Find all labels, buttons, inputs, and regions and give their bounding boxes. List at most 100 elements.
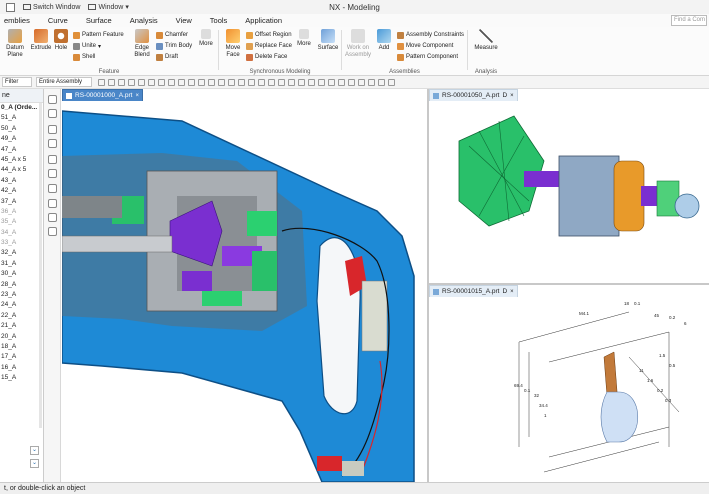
navigator-scrollbar[interactable] (39, 103, 42, 428)
snap-icon[interactable] (238, 78, 245, 86)
tab-armature-part[interactable]: RS-00001050_A.prt D × (429, 89, 518, 101)
tree-node[interactable]: 43_A (0, 176, 43, 186)
move-face-button[interactable]: Move Face (221, 29, 245, 59)
filter-icon[interactable] (108, 78, 115, 86)
assembly-constraints-button[interactable]: Assembly Constraints (397, 30, 464, 40)
chevron-down-icon[interactable]: ⌄ (30, 459, 39, 468)
select-icon[interactable] (98, 78, 105, 86)
roles-icon[interactable] (48, 213, 57, 222)
web-browser-icon[interactable] (48, 199, 57, 208)
snap-icon[interactable] (228, 78, 235, 86)
add-component-button[interactable]: Add (374, 29, 394, 52)
tree-node[interactable]: 22_A (0, 311, 43, 321)
work-on-assembly-button[interactable]: Work on Assembly (344, 29, 372, 59)
tree-root-node[interactable]: 0_A (Orde... (0, 103, 43, 113)
tree-node[interactable]: 47_A (0, 145, 43, 155)
snap-icon[interactable] (268, 78, 275, 86)
tree-node[interactable]: 36_A (0, 207, 43, 217)
constraint-navigator-icon[interactable] (48, 155, 57, 164)
find-command-input[interactable]: Find a Com (671, 15, 707, 26)
view-icon[interactable] (48, 95, 57, 104)
snap-icon[interactable] (158, 78, 165, 86)
snap-icon[interactable] (278, 78, 285, 86)
main-viewport[interactable]: RS-00001000_A.prt × (62, 89, 427, 482)
draft-button[interactable]: Draft (156, 52, 178, 62)
tree-node[interactable]: 24_A (0, 300, 43, 310)
tree-node[interactable]: 20_A (0, 332, 43, 342)
type-filter-dropdown[interactable]: Filter (2, 77, 32, 87)
armature-viewport[interactable]: RS-00001050_A.prt D × (429, 89, 709, 283)
replace-face-button[interactable]: Replace Face (246, 41, 292, 51)
edge-blend-button[interactable]: Edge Blend (130, 29, 154, 59)
move-component-button[interactable]: Move Component (397, 41, 453, 51)
menu-view[interactable]: View (167, 16, 201, 25)
snap-icon[interactable] (388, 78, 395, 86)
snap-icon[interactable] (308, 78, 315, 86)
menu-application[interactable]: Application (236, 16, 291, 25)
reuse-library-icon[interactable] (48, 169, 57, 178)
tab-drawing-part[interactable]: RS-00001015_A.prt D × (429, 285, 518, 297)
tree-node[interactable]: 30_A (0, 269, 43, 279)
snap-icon[interactable] (298, 78, 305, 86)
datum-plane-button[interactable]: Datum Plane (2, 29, 28, 59)
snap-icon[interactable] (188, 78, 195, 86)
snap-icon[interactable] (318, 78, 325, 86)
drawing-viewport[interactable]: RS-00001015_A.prt D × M4.1 18 0.1 45 0.2 6 1.5… (429, 285, 709, 482)
tab-main-part[interactable]: RS-00001000_A.prt × (62, 89, 143, 101)
close-icon[interactable]: × (135, 93, 139, 99)
snap-icon[interactable] (168, 78, 175, 86)
snap-icon[interactable] (118, 78, 125, 86)
tree-node[interactable]: 49_A (0, 134, 43, 144)
close-icon[interactable]: × (510, 93, 514, 99)
menu-tools[interactable]: Tools (201, 16, 237, 25)
snap-icon[interactable] (218, 78, 225, 86)
snap-icon[interactable] (328, 78, 335, 86)
tree-node[interactable]: 37_A (0, 197, 43, 207)
snap-icon[interactable] (258, 78, 265, 86)
tree-node[interactable]: 45_A x 5 (0, 155, 43, 165)
tree-node[interactable]: 16_A (0, 363, 43, 373)
offset-region-button[interactable]: Offset Region (246, 30, 292, 40)
trim-body-button[interactable]: Trim Body (156, 41, 192, 51)
selection-scope-dropdown[interactable]: Entire Assembly (36, 77, 92, 87)
tree-node[interactable]: 21_A (0, 321, 43, 331)
menu-analysis[interactable]: Analysis (121, 16, 167, 25)
snap-icon[interactable] (208, 78, 215, 86)
switch-window-button[interactable]: Switch Window (23, 4, 80, 11)
more-sync-button[interactable]: More (294, 29, 314, 48)
pattern-component-button[interactable]: Pattern Component (397, 52, 458, 62)
menu-curve[interactable]: Curve (39, 16, 77, 25)
snap-icon[interactable] (148, 78, 155, 86)
history-icon[interactable] (48, 109, 57, 118)
assembly-navigator-icon[interactable] (48, 139, 57, 148)
menu-assemblies[interactable]: emblies (0, 16, 39, 25)
tree-node[interactable]: 17_A (0, 352, 43, 362)
tree-node[interactable]: 18_A (0, 342, 43, 352)
chamfer-button[interactable]: Chamfer (156, 30, 188, 40)
snap-icon[interactable] (368, 78, 375, 86)
quick-access-icon[interactable] (6, 2, 15, 12)
extrude-button[interactable]: Extrude (29, 29, 53, 52)
tree-node[interactable]: 28_A (0, 280, 43, 290)
delete-face-button[interactable]: Delete Face (246, 52, 287, 62)
tree-node[interactable]: 15_A (0, 373, 43, 383)
tree-node[interactable]: 33_A (0, 238, 43, 248)
snap-icon[interactable] (338, 78, 345, 86)
tree-node[interactable]: 35_A (0, 217, 43, 227)
system-scenes-icon[interactable] (48, 227, 57, 236)
snap-icon[interactable] (378, 78, 385, 86)
snap-icon[interactable] (128, 78, 135, 86)
surface-button[interactable]: Surface (316, 29, 340, 52)
hole-button[interactable]: Hole (51, 29, 71, 52)
menu-surface[interactable]: Surface (77, 16, 121, 25)
shell-button[interactable]: Shell (73, 52, 95, 62)
snap-icon[interactable] (358, 78, 365, 86)
tree-node[interactable]: 44_A x 5 (0, 165, 43, 175)
close-icon[interactable]: × (510, 289, 514, 295)
snap-icon[interactable] (288, 78, 295, 86)
measure-button[interactable]: Measure (473, 29, 499, 52)
tree-node[interactable]: 34_A (0, 228, 43, 238)
tree-node[interactable]: 42_A (0, 186, 43, 196)
snap-icon[interactable] (348, 78, 355, 86)
snap-icon[interactable] (178, 78, 185, 86)
